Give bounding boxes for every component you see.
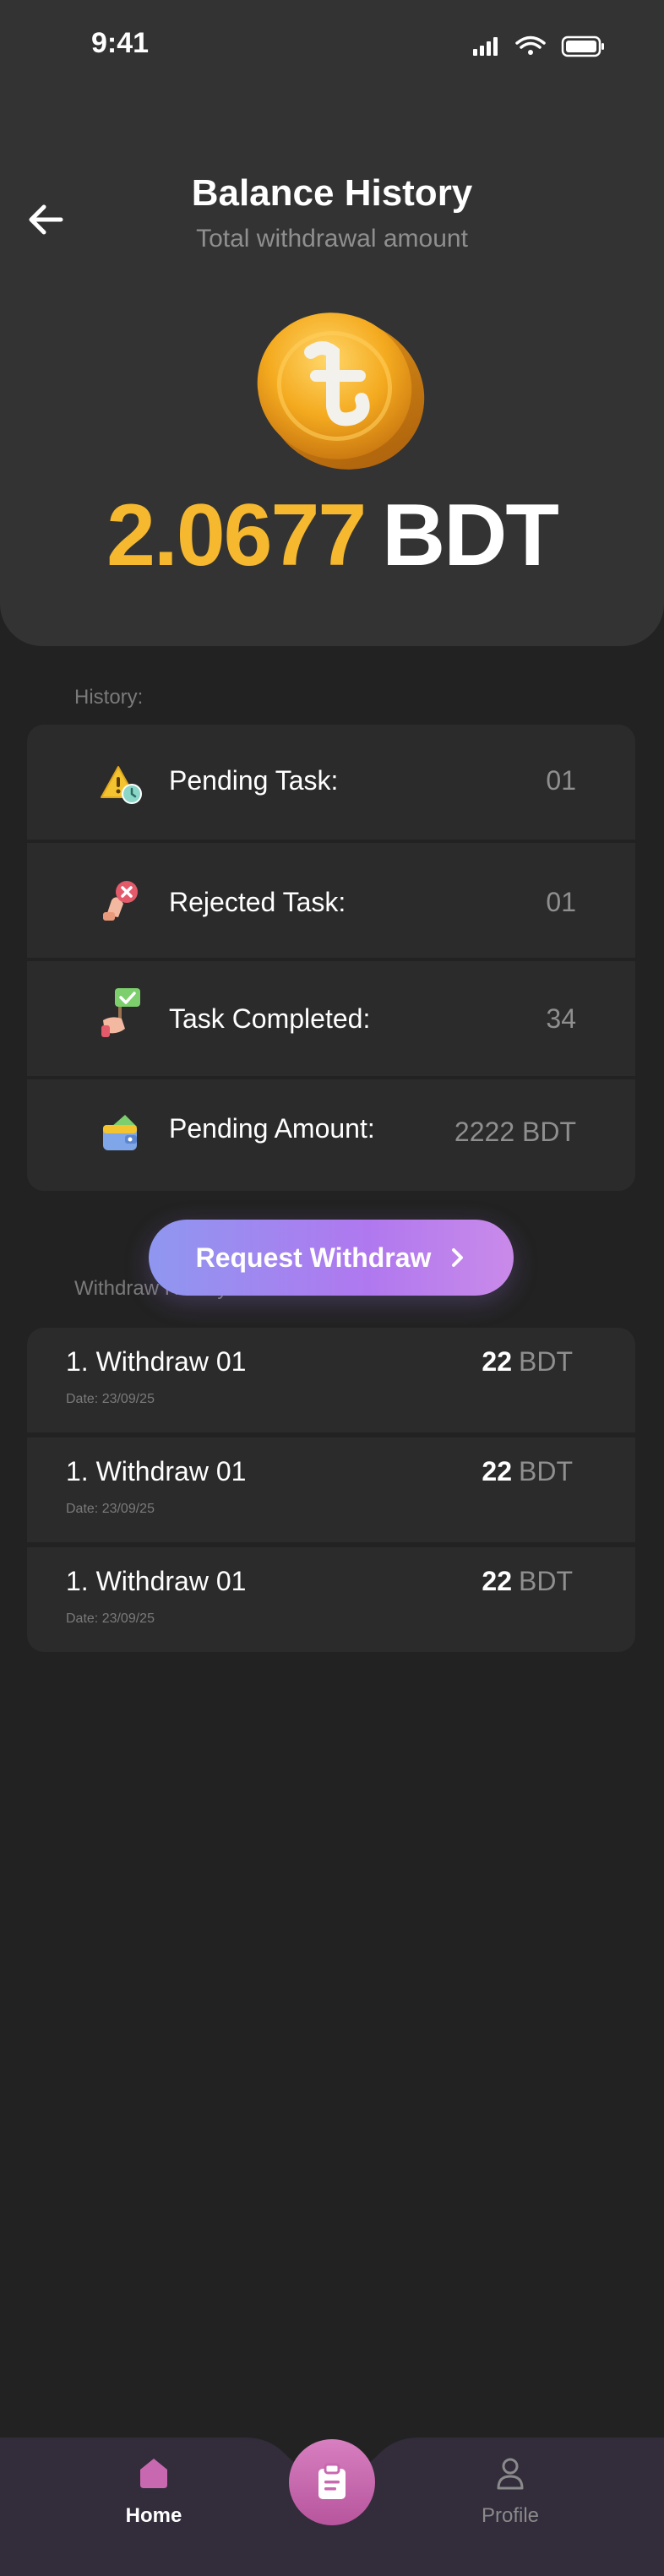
history-row-rejected-task[interactable]: Rejected Task: 01 (27, 843, 635, 958)
history-label: History: (74, 686, 144, 709)
withdraw-item-title: 1. Withdraw 01 (66, 1566, 247, 1596)
status-icons (473, 35, 604, 57)
wifi-icon (515, 35, 546, 55)
withdraw-item-currency: BDT (519, 1566, 573, 1596)
request-withdraw-button[interactable]: Request Withdraw (149, 1220, 514, 1296)
withdraw-item-amount-value: 22 (482, 1346, 512, 1377)
nav-home-label: Home (125, 2504, 182, 2527)
history-row-label: Task Completed: (169, 1003, 371, 1034)
status-time: 9:41 (91, 27, 150, 59)
hand-check-icon (101, 988, 140, 1037)
taka-coin-icon (257, 312, 425, 470)
battery-icon (561, 35, 604, 57)
clipboard-icon (318, 2463, 346, 2499)
nav-profile[interactable]: Profile (451, 2454, 569, 2528)
history-row-value: 34 (546, 1003, 576, 1034)
page-subtitle: Total withdrawal amount (196, 225, 468, 253)
history-row-task-completed[interactable]: Task Completed: 34 (27, 961, 635, 1076)
warning-clock-icon (101, 766, 142, 804)
tasks-fab-button[interactable] (289, 2439, 375, 2525)
withdraw-item-amount-value: 22 (482, 1566, 512, 1596)
history-row-value: 2222 BDT (454, 1117, 576, 1147)
nav-profile-label: Profile (481, 2504, 540, 2527)
withdraw-item-title: 1. Withdraw 01 (66, 1346, 247, 1377)
history-row-label: Pending Amount: (169, 1113, 375, 1144)
withdraw-item-date: Date: 23/09/25 (66, 1611, 155, 1626)
total-amount: 2.0677 BDT (0, 486, 664, 586)
history-row-label: Pending Task: (169, 765, 339, 796)
withdraw-item[interactable]: 1. Withdraw 01 Date: 23/09/25 22 BDT (27, 1547, 635, 1652)
profile-icon (497, 2458, 524, 2490)
home-icon (140, 2459, 167, 2488)
withdraw-item[interactable]: 1. Withdraw 01 Date: 23/09/25 22 BDT (27, 1328, 635, 1432)
withdraw-item-amount: 22 BDT (482, 1346, 573, 1378)
withdraw-item-currency: BDT (519, 1346, 573, 1377)
amount-currency: BDT (382, 486, 559, 584)
page-title: Balance History (191, 172, 473, 214)
withdraw-item-amount: 22 BDT (482, 1456, 573, 1487)
withdraw-item-title: 1. Withdraw 01 (66, 1456, 247, 1486)
chevron-right-icon (452, 1248, 464, 1267)
withdraw-item-amount-value: 22 (482, 1456, 512, 1486)
history-row-value: 01 (546, 887, 576, 917)
history-row-value: 01 (546, 765, 576, 796)
withdraw-item-date: Date: 23/09/25 (66, 1502, 155, 1516)
amount-value: 2.0677 (106, 486, 367, 584)
header-panel: 9:41 Balance History Total withdrawal am… (0, 0, 664, 646)
withdraw-item-currency: BDT (519, 1456, 573, 1486)
history-row-label: Rejected Task: (169, 887, 346, 917)
request-withdraw-label: Request Withdraw (195, 1242, 432, 1273)
hand-reject-icon (103, 881, 138, 921)
withdraw-item-amount: 22 BDT (482, 1566, 573, 1597)
withdraw-item[interactable]: 1. Withdraw 01 Date: 23/09/25 22 BDT (27, 1437, 635, 1542)
wallet-icon (103, 1115, 137, 1150)
withdraw-item-date: Date: 23/09/25 (66, 1392, 155, 1406)
signal-icon (473, 37, 498, 56)
history-row-pending-task[interactable]: Pending Task: 01 (27, 725, 635, 840)
history-card: Pending Task: 01 Rejected Task: 01 Task … (27, 725, 635, 1191)
nav-home[interactable]: Home (95, 2454, 213, 2528)
history-row-pending-amount[interactable]: Pending Amount: 2222 BDT (27, 1079, 635, 1191)
